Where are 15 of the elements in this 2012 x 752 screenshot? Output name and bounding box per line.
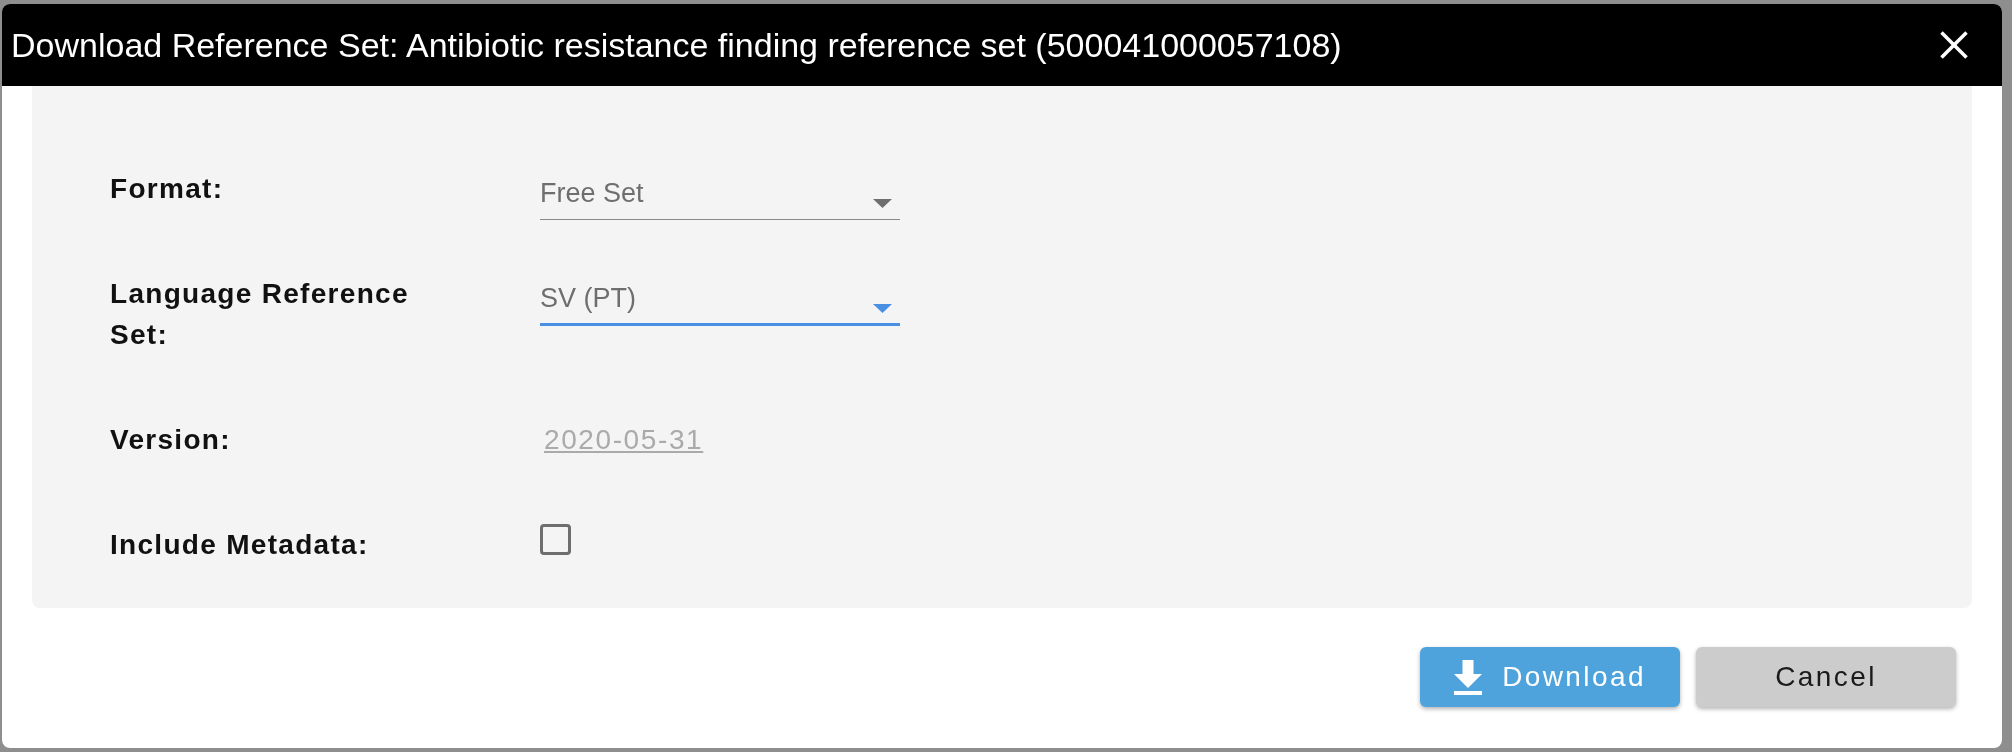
close-button[interactable] — [1940, 31, 1968, 59]
field-label: Include Metadata: — [110, 528, 370, 562]
field-label: Version: — [110, 423, 232, 457]
field-label: Language Reference Set: — [110, 277, 410, 352]
close-icon — [1940, 31, 1968, 59]
caret-icon — [873, 304, 892, 313]
dropdown-select[interactable]: SV (PT) — [540, 283, 900, 326]
checkbox[interactable] — [540, 524, 571, 555]
caret-icon — [873, 199, 892, 208]
field-label: Format: — [110, 172, 225, 206]
download-button[interactable]: Download — [1420, 647, 1680, 707]
window-title: Download Reference Set: Antibiotic resistance finding reference set (500041000057108) — [11, 25, 1342, 66]
dropdown-select[interactable]: Free Set — [540, 178, 900, 220]
download-icon — [1454, 659, 1483, 695]
cancel-button[interactable]: Cancel — [1696, 647, 1956, 707]
